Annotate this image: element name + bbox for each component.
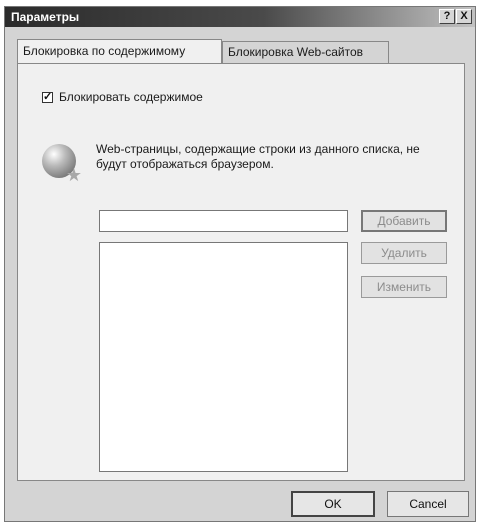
filter-list[interactable] xyxy=(99,242,348,472)
ok-button[interactable]: OK xyxy=(291,491,375,517)
tab-content-blocking[interactable]: Блокировка по содержимому xyxy=(17,39,222,63)
description-text: Web-страницы, содержащие строки из данно… xyxy=(96,142,420,171)
globe-star-icon: ★ xyxy=(42,144,82,185)
block-content-checkbox[interactable] xyxy=(42,90,53,103)
add-button[interactable]: Добавить xyxy=(361,210,447,232)
block-content-label: Блокировать содержимое xyxy=(59,90,203,104)
tab-panel: Блокировать содержимое ★ Web-страницы, с… xyxy=(17,63,465,481)
parameters-dialog: Параметры ? X Блокировка по содержимому … xyxy=(4,6,476,522)
remove-button[interactable]: Удалить xyxy=(361,242,447,264)
title-bar[interactable]: Параметры ? X xyxy=(5,7,475,27)
window-title: Параметры xyxy=(11,10,80,24)
help-button[interactable]: ? xyxy=(439,9,455,24)
close-button[interactable]: X xyxy=(456,9,472,24)
cancel-button[interactable]: Cancel xyxy=(387,491,469,517)
edit-button[interactable]: Изменить xyxy=(361,276,447,298)
tab-website-blocking[interactable]: Блокировка Web-сайтов xyxy=(222,41,389,63)
filter-string-input[interactable] xyxy=(99,210,348,232)
block-content-row[interactable]: Блокировать содержимое xyxy=(42,90,203,104)
